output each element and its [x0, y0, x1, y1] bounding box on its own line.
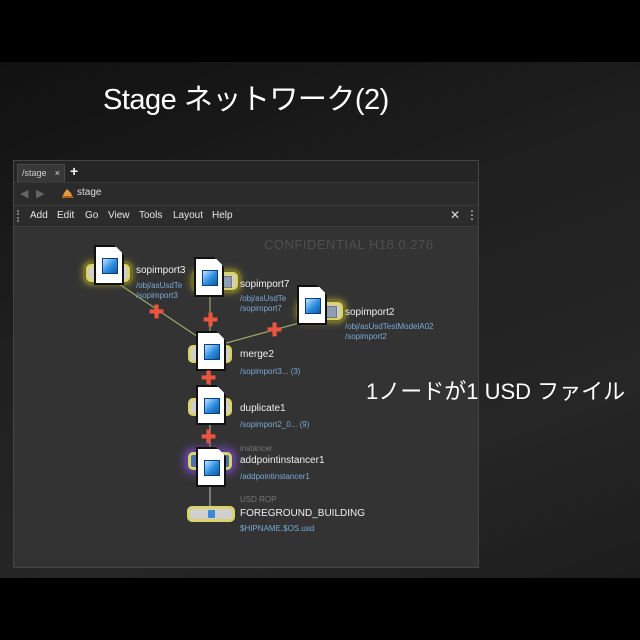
- close-icon[interactable]: ×: [55, 165, 60, 182]
- usd-file-icon: [94, 245, 124, 285]
- node-name: sopimport7: [240, 279, 290, 290]
- usd-file-icon: [297, 285, 327, 325]
- cube-icon: [204, 460, 220, 476]
- node-name: sopimport3: [136, 265, 186, 276]
- cube-icon: [204, 344, 220, 360]
- menu-view[interactable]: View: [108, 210, 130, 221]
- plus-icon: ✚: [201, 368, 217, 388]
- list-icon[interactable]: ⋮≡: [466, 208, 478, 222]
- usd-file-icon: [196, 331, 226, 371]
- cube-icon: [202, 270, 218, 286]
- menu-bar: Add Edit Go View Tools Layout Help ✕ ⋮≡: [14, 206, 478, 227]
- node-foreground-building[interactable]: [187, 506, 235, 522]
- tab-bar: /stage × +: [14, 161, 478, 183]
- path-label[interactable]: stage: [77, 187, 101, 198]
- plus-icon: ✚: [267, 320, 283, 340]
- menu-tools[interactable]: Tools: [139, 210, 162, 221]
- cube-icon: [102, 258, 118, 274]
- cube-icon: [305, 298, 321, 314]
- menu-go[interactable]: Go: [85, 210, 98, 221]
- usd-rop-icon: [208, 510, 215, 518]
- back-arrow-icon[interactable]: ◀: [20, 187, 28, 200]
- node-name: addpointinstancer1: [240, 455, 325, 466]
- usd-file-icon: [196, 447, 226, 487]
- node-path: /sopimport2_0... (9): [240, 420, 310, 429]
- tab-label: /stage: [22, 168, 47, 178]
- node-path: /sopimport3... (3): [240, 367, 301, 376]
- node-path: /obj/asUsdTe /sopimport3: [136, 281, 183, 300]
- node-name: duplicate1: [240, 403, 286, 414]
- node-path: /obj/asUsdTestModelA02 /sopimport2: [345, 322, 434, 341]
- forward-arrow-icon[interactable]: ▶: [36, 187, 44, 200]
- path-bar: ◀ ▶ stage: [14, 183, 478, 206]
- menu-edit[interactable]: Edit: [57, 210, 74, 221]
- wrench-icon[interactable]: ✕: [450, 208, 460, 222]
- node-path: $HIPNAME.$OS.usd: [240, 524, 315, 533]
- stage-icon: [62, 189, 73, 198]
- network-editor-window: /stage × + ◀ ▶ stage Add Edit Go View To…: [13, 160, 479, 568]
- node-name: sopimport2: [345, 307, 395, 318]
- plus-icon: ✚: [201, 427, 217, 447]
- menu-help[interactable]: Help: [212, 210, 233, 221]
- plus-icon: ✚: [203, 310, 219, 330]
- cube-icon: [204, 398, 220, 414]
- add-tab-button[interactable]: +: [70, 163, 78, 179]
- node-path: /obj/asUsdTe /sopimport7: [240, 294, 287, 313]
- grip-icon: [17, 210, 22, 222]
- usd-file-icon: [194, 257, 224, 297]
- tab-stage[interactable]: /stage ×: [17, 164, 65, 182]
- node-type-label: instancer: [240, 444, 273, 453]
- node-name: FOREGROUND_BUILDING: [240, 508, 366, 519]
- slide-title: Stage ネットワーク(2): [103, 84, 389, 116]
- node-path: /addpointinstancer1: [240, 472, 310, 481]
- bottom-band: [0, 578, 640, 640]
- slide-caption: 1ノードが1 USD ファイル: [366, 379, 626, 404]
- menu-add[interactable]: Add: [30, 210, 48, 221]
- top-band: [0, 0, 640, 62]
- usd-file-icon: [196, 385, 226, 425]
- node-name: merge2: [240, 349, 274, 360]
- plus-icon: ✚: [149, 302, 165, 322]
- menu-layout[interactable]: Layout: [173, 210, 203, 221]
- node-type-label: USD ROP: [240, 495, 277, 504]
